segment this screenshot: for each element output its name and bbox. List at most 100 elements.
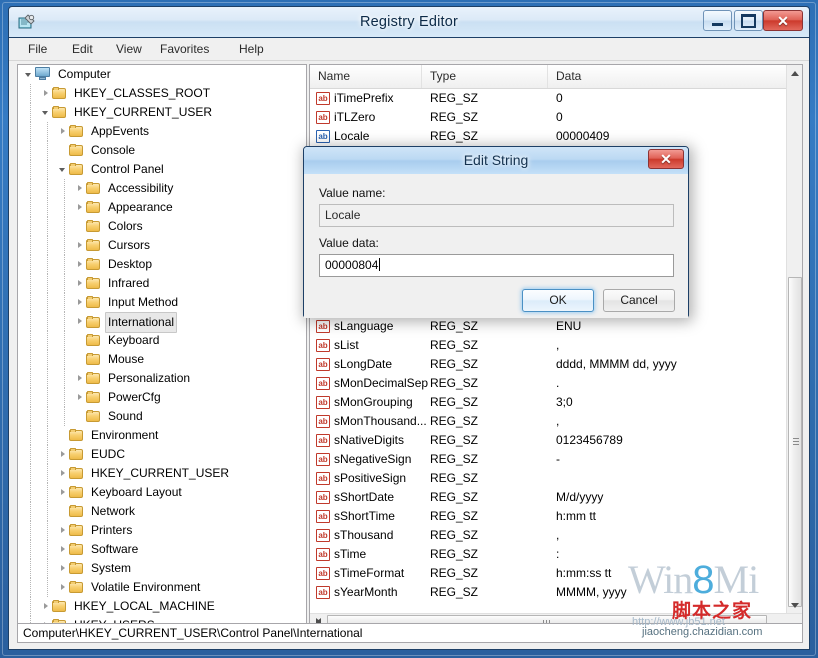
chevron-down-icon[interactable]	[41, 103, 52, 122]
tree-item-keyboard-layout[interactable]: Keyboard Layout	[18, 483, 306, 502]
tree-item-printers[interactable]: Printers	[18, 521, 306, 540]
tree-spacer	[58, 141, 69, 160]
table-row[interactable]: absTimeFormatREG_SZh:mm:ss tt	[310, 564, 788, 583]
tree-item-network[interactable]: Network	[18, 502, 306, 521]
registry-tree-pane[interactable]: ComputerHKEY_CLASSES_ROOTHKEY_CURRENT_US…	[17, 64, 307, 630]
chevron-right-icon[interactable]	[75, 293, 86, 312]
chevron-right-icon[interactable]	[75, 274, 86, 293]
tree-guide-line	[30, 559, 31, 578]
tree-item-eudc[interactable]: EUDC	[18, 445, 306, 464]
chevron-right-icon[interactable]	[58, 464, 69, 483]
table-row[interactable]: absNegativeSignREG_SZ-	[310, 450, 788, 469]
tree-item-volatile-environment[interactable]: Volatile Environment	[18, 578, 306, 597]
tree-item-international[interactable]: International	[18, 312, 306, 331]
tree-item-hkey-current-user[interactable]: HKEY_CURRENT_USER	[18, 103, 306, 122]
tree-item-appevents[interactable]: AppEvents	[18, 122, 306, 141]
table-row[interactable]: absTimeREG_SZ:	[310, 545, 788, 564]
scroll-down-button[interactable]	[787, 597, 803, 614]
tree-item-appearance[interactable]: Appearance	[18, 198, 306, 217]
table-row[interactable]: absListREG_SZ,	[310, 336, 788, 355]
chevron-right-icon[interactable]	[58, 122, 69, 141]
tree-item-desktop[interactable]: Desktop	[18, 255, 306, 274]
chevron-right-icon[interactable]	[41, 84, 52, 103]
chevron-right-icon[interactable]	[75, 179, 86, 198]
chevron-right-icon[interactable]	[58, 559, 69, 578]
chevron-right-icon[interactable]	[58, 483, 69, 502]
tree-item-hkey-classes-root[interactable]: HKEY_CLASSES_ROOT	[18, 84, 306, 103]
column-header-name[interactable]: Name	[310, 65, 422, 88]
tree-item-input-method[interactable]: Input Method	[18, 293, 306, 312]
table-row[interactable]: absYearMonthREG_SZMMMM, yyyy	[310, 583, 788, 602]
table-row[interactable]: abLocaleREG_SZ00000409	[310, 127, 788, 146]
dialog-close-button[interactable]: ✕	[648, 149, 684, 169]
minimize-button[interactable]	[703, 10, 732, 31]
tree-item-hkey-current-user[interactable]: HKEY_CURRENT_USER	[18, 464, 306, 483]
dialog-title-bar[interactable]: Edit String ✕	[304, 147, 688, 175]
table-row[interactable]: absMonGroupingREG_SZ3;0	[310, 393, 788, 412]
menu-favorites[interactable]: Favorites	[153, 38, 216, 60]
chevron-right-icon[interactable]	[75, 369, 86, 388]
list-vertical-scrollbar[interactable]	[786, 65, 802, 614]
table-row[interactable]: abiTimePrefixREG_SZ0	[310, 89, 788, 108]
table-row[interactable]: absShortTimeREG_SZh:mm tt	[310, 507, 788, 526]
tree-item-accessibility[interactable]: Accessibility	[18, 179, 306, 198]
tree-item-label: Mouse	[105, 350, 147, 369]
table-row[interactable]: absMonThousand...REG_SZ,	[310, 412, 788, 431]
tree-guide-line	[30, 502, 31, 521]
string-value-icon: ab	[316, 339, 330, 352]
cancel-button[interactable]: Cancel	[603, 289, 675, 312]
table-row[interactable]: absMonDecimalSepREG_SZ.	[310, 374, 788, 393]
maximize-icon	[735, 11, 762, 30]
tree-item-software[interactable]: Software	[18, 540, 306, 559]
title-bar[interactable]: Registry Editor ✕	[8, 6, 810, 38]
chevron-down-icon[interactable]	[58, 160, 69, 179]
tree-item-label: Software	[88, 540, 141, 559]
table-row[interactable]: absShortDateREG_SZM/d/yyyy	[310, 488, 788, 507]
tree-item-powercfg[interactable]: PowerCfg	[18, 388, 306, 407]
menu-file[interactable]: File	[21, 38, 54, 60]
chevron-right-icon[interactable]	[58, 540, 69, 559]
tree-item-infrared[interactable]: Infrared	[18, 274, 306, 293]
table-row[interactable]: absNativeDigitsREG_SZ0123456789	[310, 431, 788, 450]
menu-view[interactable]: View	[109, 38, 149, 60]
tree-item-personalization[interactable]: Personalization	[18, 369, 306, 388]
tree-item-keyboard[interactable]: Keyboard	[18, 331, 306, 350]
ok-button[interactable]: OK	[522, 289, 594, 312]
table-row[interactable]: absPositiveSignREG_SZ	[310, 469, 788, 488]
string-value-icon: ab	[316, 491, 330, 504]
value-data-input[interactable]: 00000804	[319, 254, 674, 277]
tree-item-sound[interactable]: Sound	[18, 407, 306, 426]
chevron-right-icon[interactable]	[75, 388, 86, 407]
tree-item-system[interactable]: System	[18, 559, 306, 578]
tree-item-environment[interactable]: Environment	[18, 426, 306, 445]
tree-item-computer[interactable]: Computer	[18, 65, 306, 84]
tree-item-mouse[interactable]: Mouse	[18, 350, 306, 369]
scroll-up-button[interactable]	[787, 65, 803, 82]
chevron-right-icon[interactable]	[41, 597, 52, 616]
tree-item-cursors[interactable]: Cursors	[18, 236, 306, 255]
chevron-right-icon[interactable]	[58, 578, 69, 597]
chevron-right-icon[interactable]	[75, 255, 86, 274]
close-button[interactable]: ✕	[763, 10, 803, 31]
chevron-right-icon[interactable]	[75, 236, 86, 255]
column-header-data[interactable]: Data	[548, 65, 788, 88]
list-scroll-thumb[interactable]	[788, 277, 802, 607]
tree-guide-line	[64, 312, 65, 331]
chevron-right-icon[interactable]	[75, 312, 86, 331]
value-type-cell: REG_SZ	[430, 564, 478, 583]
table-row[interactable]: absLongDateREG_SZdddd, MMMM dd, yyyy	[310, 355, 788, 374]
chevron-right-icon[interactable]	[75, 198, 86, 217]
tree-item-colors[interactable]: Colors	[18, 217, 306, 236]
tree-item-hkey-local-machine[interactable]: HKEY_LOCAL_MACHINE	[18, 597, 306, 616]
column-header-type[interactable]: Type	[422, 65, 548, 88]
chevron-down-icon[interactable]	[24, 65, 35, 84]
tree-item-control-panel[interactable]: Control Panel	[18, 160, 306, 179]
table-row[interactable]: absThousandREG_SZ,	[310, 526, 788, 545]
chevron-right-icon[interactable]	[58, 445, 69, 464]
menu-edit[interactable]: Edit	[65, 38, 100, 60]
chevron-right-icon[interactable]	[58, 521, 69, 540]
menu-help[interactable]: Help	[232, 38, 271, 60]
maximize-button[interactable]	[734, 10, 763, 31]
tree-item-console[interactable]: Console	[18, 141, 306, 160]
table-row[interactable]: abiTLZeroREG_SZ0	[310, 108, 788, 127]
